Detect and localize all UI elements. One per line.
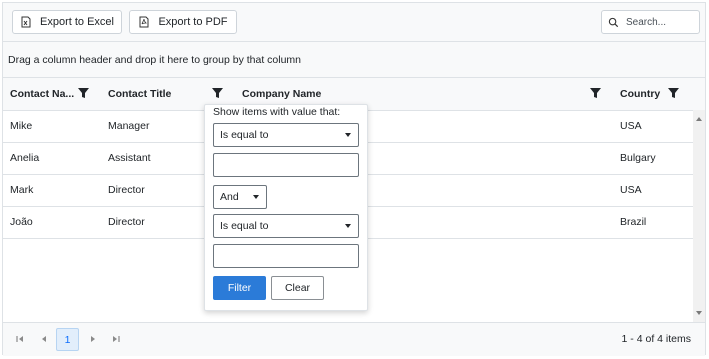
chevron-down-icon bbox=[345, 133, 351, 137]
cell-contact-name: João bbox=[10, 216, 33, 228]
excel-file-icon bbox=[21, 16, 31, 28]
vertical-scrollbar[interactable] bbox=[693, 110, 705, 322]
filter-operator-1-value: Is equal to bbox=[220, 129, 269, 141]
search-icon bbox=[608, 17, 619, 27]
cell-contact-title: Assistant bbox=[108, 152, 151, 164]
scroll-down-icon[interactable] bbox=[696, 311, 702, 315]
cell-country: USA bbox=[620, 120, 642, 132]
filter-menu: Show items with value that: Is equal to … bbox=[204, 104, 368, 311]
column-header-label: Company Name bbox=[242, 88, 322, 100]
cell-contact-name: Mark bbox=[10, 184, 34, 196]
cell-country: Brazil bbox=[620, 216, 647, 228]
pager: 1 1 - 4 of 4 items bbox=[3, 322, 705, 356]
filter-value-2-input[interactable] bbox=[213, 244, 359, 268]
cell-country: USA bbox=[620, 184, 642, 196]
filter-logic-value: And bbox=[220, 191, 239, 203]
column-header-label: Contact Title bbox=[108, 88, 172, 100]
clear-button[interactable]: Clear bbox=[271, 276, 324, 300]
chevron-down-icon bbox=[253, 195, 259, 199]
export-pdf-label: Export to PDF bbox=[158, 16, 228, 28]
filter-icon[interactable] bbox=[78, 87, 89, 99]
column-header-country[interactable]: Country bbox=[620, 78, 660, 110]
filter-operator-2-value: Is equal to bbox=[220, 220, 269, 232]
column-header-contact-title[interactable]: Contact Title bbox=[108, 78, 171, 110]
group-panel-hint: Drag a column header and drop it here to… bbox=[8, 53, 302, 66]
last-page-icon[interactable] bbox=[111, 334, 121, 344]
filter-logic-select[interactable]: And bbox=[213, 185, 267, 209]
filter-operator-2-select[interactable]: Is equal to bbox=[213, 214, 359, 238]
filter-icon[interactable] bbox=[590, 87, 601, 99]
column-header-contact-name[interactable]: Contact Na... bbox=[10, 78, 74, 110]
group-panel[interactable]: Drag a column header and drop it here to… bbox=[3, 42, 705, 78]
first-page-icon[interactable] bbox=[15, 334, 25, 344]
previous-page-icon[interactable] bbox=[39, 334, 49, 344]
cell-country: Bulgary bbox=[620, 152, 656, 164]
search-placeholder: Search... bbox=[626, 16, 667, 28]
filter-icon[interactable] bbox=[668, 87, 679, 99]
cell-contact-title: Director bbox=[108, 184, 145, 196]
filter-value-1-input[interactable] bbox=[213, 153, 359, 177]
cell-contact-name: Anelia bbox=[10, 152, 40, 164]
pager-info: 1 - 4 of 4 items bbox=[621, 333, 691, 345]
export-excel-label: Export to Excel bbox=[40, 16, 114, 28]
page-number-button[interactable]: 1 bbox=[56, 328, 79, 351]
filter-menu-title: Show items with value that: bbox=[213, 106, 341, 118]
cell-contact-title: Manager bbox=[108, 120, 150, 132]
filter-button[interactable]: Filter bbox=[213, 276, 266, 300]
chevron-down-icon bbox=[345, 224, 351, 228]
next-page-icon[interactable] bbox=[88, 334, 98, 344]
column-header-label: Contact Na... bbox=[10, 88, 75, 100]
grid-toolbar: Export to Excel Export to PDF Search... bbox=[3, 3, 705, 42]
scroll-up-icon[interactable] bbox=[696, 117, 702, 121]
column-header-label: Country bbox=[620, 88, 661, 100]
search-input[interactable]: Search... bbox=[601, 10, 700, 34]
export-pdf-button[interactable]: Export to PDF bbox=[129, 10, 237, 34]
cell-contact-title: Director bbox=[108, 216, 145, 228]
pdf-file-icon bbox=[139, 16, 149, 28]
cell-contact-name: Mike bbox=[10, 120, 33, 132]
filter-icon[interactable] bbox=[212, 87, 223, 99]
filter-operator-1-select[interactable]: Is equal to bbox=[213, 123, 359, 147]
export-excel-button[interactable]: Export to Excel bbox=[12, 10, 122, 34]
